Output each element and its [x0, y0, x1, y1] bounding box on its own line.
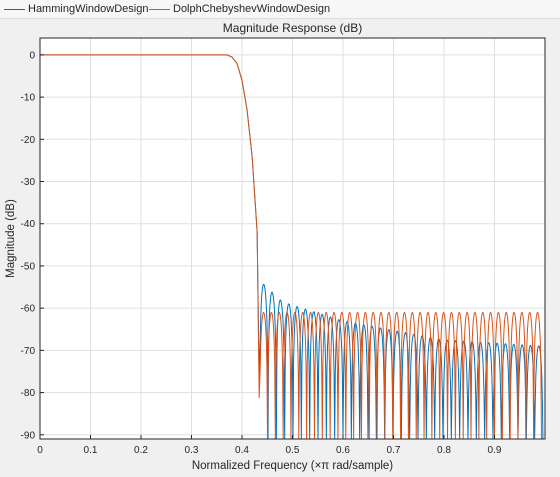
- magnitude-response-chart: 0 0.1 0.2 0.3 0.4 0.5 0.6 0.7 0.8 0.9 0 -10 -20 -30 -4…: [5, 21, 546, 472]
- y-tick-label: -70: [21, 346, 36, 357]
- x-tick-label: 0.1: [84, 445, 98, 456]
- y-tick-label: -10: [21, 93, 36, 104]
- y-tick-label: -80: [21, 388, 36, 399]
- y-tick-label: -50: [21, 261, 36, 272]
- y-tick-label: -40: [21, 219, 36, 230]
- y-axis-label: Magnitude (dB): [5, 199, 17, 278]
- x-tick-label: 0.7: [387, 445, 401, 456]
- x-tick-label: 0.9: [488, 445, 502, 456]
- x-tick-label: 0.2: [134, 445, 148, 456]
- y-tick-label: -30: [21, 177, 36, 188]
- x-tick-label: 0.4: [235, 445, 249, 456]
- x-axis-label: Normalized Frequency (×π rad/sample): [192, 460, 393, 472]
- chart-title: Magnitude Response (dB): [223, 21, 362, 35]
- x-tick-label: 0.3: [185, 445, 199, 456]
- x-tick-label: 0.8: [437, 445, 451, 456]
- y-tick-label: 0: [29, 50, 35, 61]
- x-tick-label: 0.6: [336, 445, 350, 456]
- y-tick-label: -60: [21, 304, 36, 315]
- x-tick-label: 0: [37, 445, 43, 456]
- y-tick-label: -20: [21, 135, 36, 146]
- x-tick-label: 0.5: [286, 445, 300, 456]
- y-tick-label: -90: [21, 430, 36, 441]
